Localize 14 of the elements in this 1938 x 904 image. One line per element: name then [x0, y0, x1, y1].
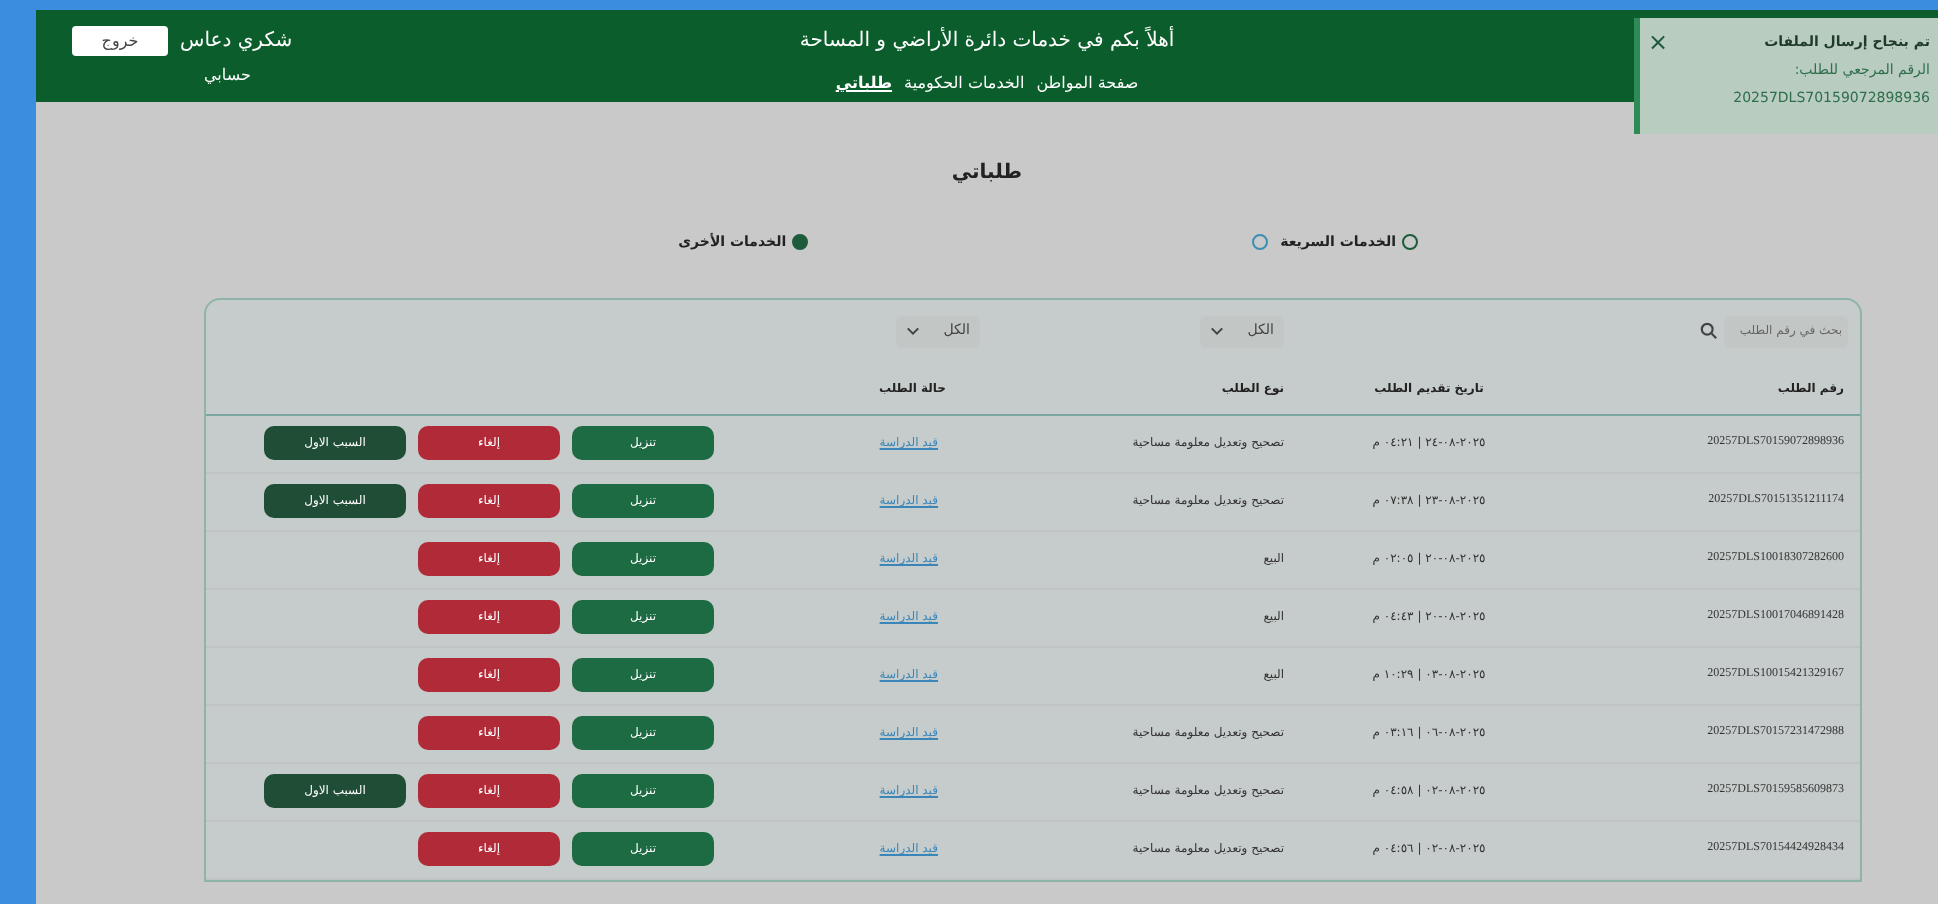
chevron-down-icon: [1210, 326, 1224, 336]
page-title: طلباتي: [951, 160, 1023, 188]
account-link[interactable]: حسابي: [204, 64, 251, 88]
search-icon: [1700, 322, 1718, 340]
radio-button[interactable]: [1402, 234, 1418, 251]
chevron-down-icon: [906, 326, 920, 336]
nav-link[interactable]: الخدمات الحكومية: [904, 72, 1025, 96]
logout-button[interactable]: خروج: [72, 26, 168, 56]
close-button[interactable]: ×: [1648, 30, 1669, 54]
radio-button[interactable]: [792, 234, 809, 251]
user-name: شكري دعاس: [180, 28, 293, 56]
nav-link[interactable]: صفحة المواطن: [1036, 72, 1139, 96]
nav-link[interactable]: طلباتي: [835, 72, 893, 96]
welcome-title: أهلاً بكم في خدمات دائرة الأراضي و المساحة: [799, 26, 1175, 56]
